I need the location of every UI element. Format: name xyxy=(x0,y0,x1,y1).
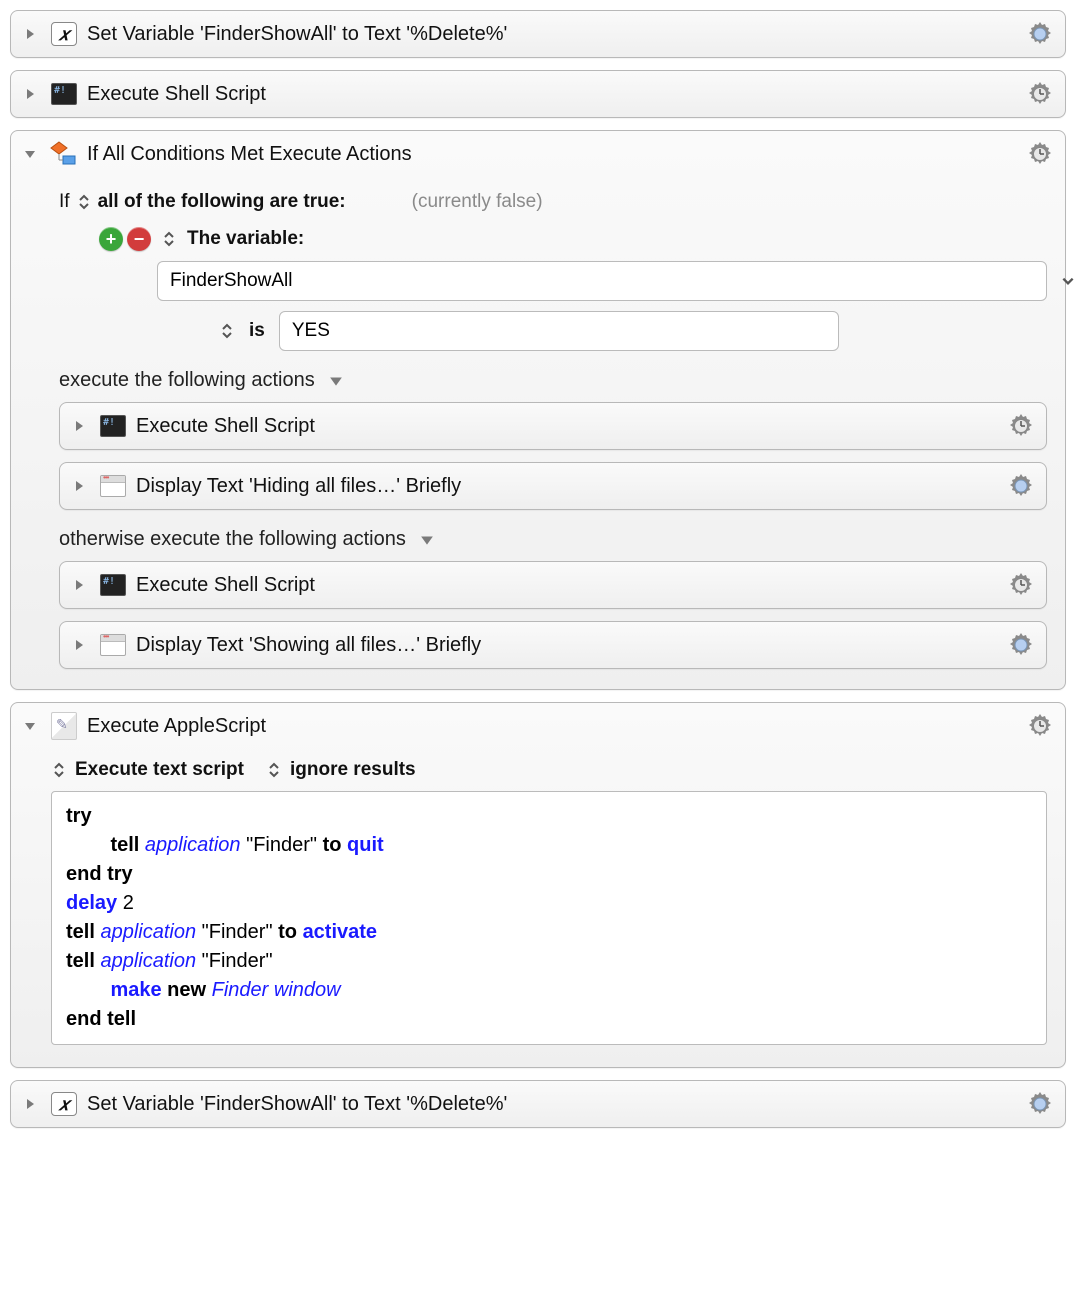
terminal-icon xyxy=(98,413,128,439)
condition-type-label: The variable: xyxy=(187,228,304,250)
disclosure-triangle-icon[interactable] xyxy=(21,88,39,100)
script-source-label: Execute text script xyxy=(75,759,244,781)
disclosure-triangle-icon[interactable] xyxy=(329,375,343,387)
disclosure-triangle-icon[interactable] xyxy=(70,579,88,591)
action-title: Execute AppleScript xyxy=(87,715,1025,738)
action-title: Display Text 'Hiding all files…' Briefly xyxy=(136,475,1006,498)
gear-icon[interactable] xyxy=(1025,19,1055,49)
condition-type-stepper[interactable] xyxy=(161,231,177,247)
action-title: If All Conditions Met Execute Actions xyxy=(87,143,1025,166)
window-icon xyxy=(98,632,128,658)
action-title: Display Text 'Showing all files…' Briefl… xyxy=(136,634,1006,657)
variable-icon: 𝑥 xyxy=(49,1091,79,1117)
script-text-area[interactable]: try tell application "Finder" to quit en… xyxy=(51,791,1047,1045)
gear-icon[interactable] xyxy=(1006,471,1036,501)
gear-clock-icon[interactable] xyxy=(1006,411,1036,441)
quantifier-stepper[interactable] xyxy=(76,194,92,210)
condition-status: (currently false) xyxy=(412,191,543,213)
gear-icon[interactable] xyxy=(1006,630,1036,660)
disclosure-triangle-icon[interactable] xyxy=(420,534,434,546)
remove-condition-button[interactable]: − xyxy=(127,227,151,251)
action-execute-shell[interactable]: Execute Shell Script xyxy=(10,70,1066,118)
gear-clock-icon[interactable] xyxy=(1025,139,1055,169)
action-execute-applescript[interactable]: Execute AppleScript Execute text script … xyxy=(10,702,1066,1068)
variable-name-input[interactable] xyxy=(157,261,1047,301)
action-title: Execute Shell Script xyxy=(136,415,1006,438)
disclosure-triangle-icon[interactable] xyxy=(70,480,88,492)
gear-icon[interactable] xyxy=(1025,1089,1055,1119)
else-label: otherwise execute the following actions xyxy=(59,528,406,551)
gear-clock-icon[interactable] xyxy=(1006,570,1036,600)
comparison-value-input[interactable] xyxy=(279,311,839,351)
disclosure-triangle-icon[interactable] xyxy=(21,28,39,40)
action-set-variable[interactable]: 𝑥 Set Variable 'FinderShowAll' to Text '… xyxy=(10,10,1066,58)
gear-clock-icon[interactable] xyxy=(1025,711,1055,741)
terminal-icon xyxy=(49,81,79,107)
results-stepper[interactable] xyxy=(266,762,282,778)
action-execute-shell[interactable]: Execute Shell Script xyxy=(59,561,1047,609)
comparator-label: is xyxy=(249,320,265,342)
then-label: execute the following actions xyxy=(59,369,315,392)
disclosure-triangle-icon[interactable] xyxy=(70,420,88,432)
disclosure-triangle-icon[interactable] xyxy=(21,721,39,731)
disclosure-triangle-icon[interactable] xyxy=(21,149,39,159)
action-title: Execute Shell Script xyxy=(87,83,1025,106)
results-label: ignore results xyxy=(290,759,416,781)
action-title: Set Variable 'FinderShowAll' to Text '%D… xyxy=(87,23,1025,46)
variable-icon: 𝑥 xyxy=(49,21,79,47)
flowchart-icon xyxy=(49,141,79,167)
action-title: Set Variable 'FinderShowAll' to Text '%D… xyxy=(87,1093,1025,1116)
action-display-text[interactable]: Display Text 'Showing all files…' Briefl… xyxy=(59,621,1047,669)
chevron-down-icon[interactable] xyxy=(1061,270,1075,292)
disclosure-triangle-icon[interactable] xyxy=(21,1098,39,1110)
action-execute-shell[interactable]: Execute Shell Script xyxy=(59,402,1047,450)
script-icon xyxy=(49,713,79,739)
action-set-variable[interactable]: 𝑥 Set Variable 'FinderShowAll' to Text '… xyxy=(10,1080,1066,1128)
action-title: Execute Shell Script xyxy=(136,574,1006,597)
quantifier-label: all of the following are true: xyxy=(98,191,346,213)
if-label: If xyxy=(59,191,70,213)
terminal-icon xyxy=(98,572,128,598)
action-if-conditions[interactable]: If All Conditions Met Execute Actions If… xyxy=(10,130,1066,690)
add-condition-button[interactable]: + xyxy=(99,227,123,251)
gear-clock-icon[interactable] xyxy=(1025,79,1055,109)
comparator-stepper[interactable] xyxy=(219,323,235,339)
window-icon xyxy=(98,473,128,499)
action-display-text[interactable]: Display Text 'Hiding all files…' Briefly xyxy=(59,462,1047,510)
disclosure-triangle-icon[interactable] xyxy=(70,639,88,651)
script-source-stepper[interactable] xyxy=(51,762,67,778)
